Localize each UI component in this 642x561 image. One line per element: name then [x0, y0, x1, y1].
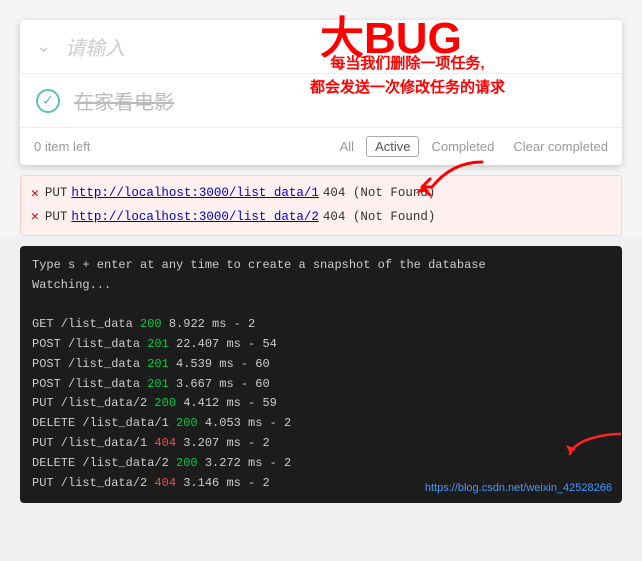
terminal-line-6: POST /list_data 201 4.539 ms - 60: [32, 355, 610, 375]
item-count: 0 item left: [34, 139, 331, 154]
todo-item-text: 在家看电影: [74, 86, 174, 115]
terminal-arrow-1: [565, 429, 625, 459]
todo-footer: 0 item left All Active Completed Clear c…: [20, 128, 622, 165]
watermark: https://blog.csdn.net/weixin_42528266: [425, 479, 612, 497]
filter-active-button[interactable]: Active: [366, 136, 419, 157]
clear-completed-button[interactable]: Clear completed: [513, 139, 608, 154]
terminal-line-2: Watching...: [32, 276, 610, 296]
error-status-2: 404 (Not Found): [323, 206, 436, 229]
check-circle[interactable]: ✓: [36, 89, 60, 113]
filter-buttons: All Active Completed: [331, 136, 504, 157]
error-url-2[interactable]: http://localhost:3000/list_data/2: [71, 206, 319, 229]
top-section: 大BUG 每当我们删除一项任务, 都会发送一次修改任务的请求 ⌄ 请输入 ✓ 在…: [0, 0, 642, 236]
terminal-line-1: Type s + enter at any time to create a s…: [32, 256, 610, 276]
filter-all-button[interactable]: All: [331, 136, 363, 157]
error-method-1: PUT: [45, 182, 68, 205]
arrow-indicator: [412, 157, 492, 202]
error-icon-1: ✕: [31, 182, 39, 205]
terminal-line-11: DELETE /list_data/2 200 3.272 ms - 2: [32, 454, 610, 474]
chevron-down-icon: ⌄: [36, 36, 51, 57]
error-url-1[interactable]: http://localhost:3000/list_data/1: [71, 182, 319, 205]
terminal-line-4: GET /list_data 200 8.922 ms - 2: [32, 315, 610, 335]
terminal-line-8: PUT /list_data/2 200 4.412 ms - 59: [32, 394, 610, 414]
error-panel: ✕ PUT http://localhost:3000/list_data/1 …: [20, 175, 622, 236]
terminal-line-9: DELETE /list_data/1 200 4.053 ms - 2: [32, 414, 610, 434]
error-line-1: ✕ PUT http://localhost:3000/list_data/1 …: [31, 182, 611, 205]
terminal-line-3: [32, 295, 610, 315]
annotation-text: 每当我们删除一项任务, 都会发送一次修改任务的请求: [310, 52, 505, 100]
terminal-line-7: POST /list_data 201 3.667 ms - 60: [32, 375, 610, 395]
todo-input-placeholder: 请输入: [65, 32, 125, 61]
terminal-line-10: PUT /list_data/1 404 3.207 ms - 2: [32, 434, 610, 454]
terminal-section: Type s + enter at any time to create a s…: [20, 246, 622, 504]
error-method-2: PUT: [45, 206, 68, 229]
terminal-line-5: POST /list_data 201 22.407 ms - 54: [32, 335, 610, 355]
filter-completed-button[interactable]: Completed: [422, 136, 503, 157]
error-line-2: ✕ PUT http://localhost:3000/list_data/2 …: [31, 205, 611, 228]
error-icon-2: ✕: [31, 205, 39, 228]
